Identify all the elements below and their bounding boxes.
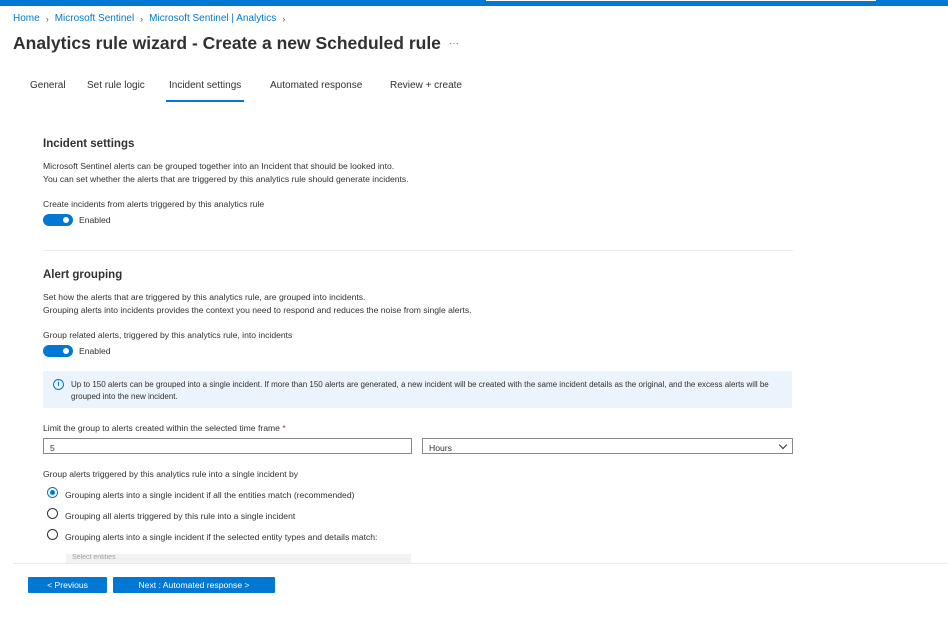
alert-grouping-heading: Alert grouping — [43, 269, 123, 281]
incident-settings-heading: Incident settings — [43, 138, 135, 150]
tab-general[interactable]: General — [30, 80, 66, 91]
global-search-box[interactable] — [486, 0, 876, 1]
tab-review-create[interactable]: Review + create — [390, 80, 462, 91]
create-incidents-toggle[interactable] — [43, 214, 73, 226]
timeframe-unit-dropdown[interactable]: Hours — [422, 438, 793, 454]
radio-label-selected-entities: Grouping alerts into a single incident i… — [65, 532, 378, 542]
timeframe-label-text: Limit the group to alerts created within… — [43, 423, 280, 433]
chevron-down-icon — [778, 440, 788, 450]
radio-label-all-alerts: Grouping all alerts triggered by this ru… — [65, 511, 296, 521]
top-nav-bar — [0, 0, 948, 6]
radio-label-all-entities-match: Grouping alerts into a single incident i… — [65, 490, 355, 500]
breadcrumb: Home › Microsoft Sentinel › Microsoft Se… — [13, 13, 291, 24]
breadcrumb-home[interactable]: Home — [13, 13, 40, 24]
radio-group-selected-entities[interactable] — [47, 529, 58, 540]
timeframe-unit-value: Hours — [429, 443, 452, 453]
group-related-alerts-label: Group related alerts, triggered by this … — [43, 330, 293, 340]
breadcrumb-analytics[interactable]: Microsoft Sentinel | Analytics — [149, 13, 276, 24]
create-incidents-label: Create incidents from alerts triggered b… — [43, 199, 265, 209]
timeframe-label: Limit the group to alerts created within… — [43, 423, 286, 433]
next-automated-response-button[interactable]: Next : Automated response > — [113, 577, 275, 593]
tab-incident-settings[interactable]: Incident settings — [165, 80, 245, 102]
footer-divider — [13, 563, 948, 564]
previous-button[interactable]: < Previous — [28, 577, 107, 593]
radio-group-all-entities-match[interactable] — [47, 487, 58, 498]
radio-group-all-alerts[interactable] — [47, 508, 58, 519]
group-by-label: Group alerts triggered by this analytics… — [43, 469, 299, 479]
info-message-text: Up to 150 alerts can be grouped into a s… — [71, 380, 769, 401]
more-options-icon[interactable]: ··· — [449, 38, 459, 49]
group-related-alerts-toggle[interactable] — [43, 345, 73, 357]
info-message-bar: i Up to 150 alerts can be grouped into a… — [43, 371, 792, 408]
section-divider — [43, 250, 793, 251]
entity-type-selector[interactable]: Select entities — [66, 554, 411, 563]
chevron-right-icon: › — [45, 13, 49, 24]
group-related-alerts-state: Enabled — [79, 346, 111, 356]
alert-grouping-desc-1: Set how the alerts that are triggered by… — [43, 292, 366, 302]
info-icon: i — [53, 379, 64, 390]
create-incidents-state: Enabled — [79, 215, 111, 225]
chevron-right-icon: › — [282, 13, 286, 24]
chevron-right-icon: › — [140, 13, 144, 24]
breadcrumb-sentinel[interactable]: Microsoft Sentinel — [55, 13, 134, 24]
timeframe-value-input[interactable]: 5 — [43, 438, 412, 454]
page-title: Analytics rule wizard - Create a new Sch… — [13, 33, 441, 53]
incident-settings-desc-2: You can set whether the alerts that are … — [43, 174, 409, 184]
required-marker: * — [282, 423, 286, 433]
alert-grouping-desc-2: Grouping alerts into incidents provides … — [43, 305, 472, 315]
tab-automated-response[interactable]: Automated response — [270, 80, 362, 91]
tab-set-rule-logic[interactable]: Set rule logic — [87, 80, 145, 91]
incident-settings-desc-1: Microsoft Sentinel alerts can be grouped… — [43, 161, 395, 171]
